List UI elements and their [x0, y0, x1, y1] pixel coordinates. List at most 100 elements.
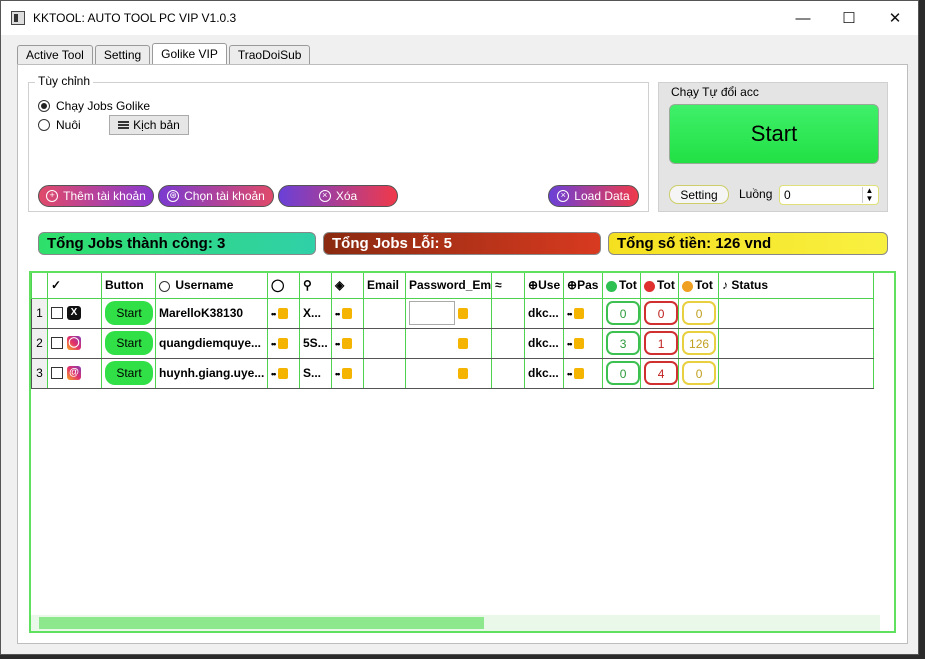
proxy-pass-cell[interactable]: •• [563, 327, 604, 359]
password-email-input[interactable] [409, 301, 455, 325]
password-email-input[interactable] [409, 361, 455, 385]
email-cell[interactable] [363, 357, 406, 389]
delete-button[interactable]: × Xóa [278, 185, 398, 207]
password-email-cell[interactable] [404, 327, 493, 359]
cookie-column-header[interactable]: ◈ [331, 273, 364, 299]
password-email-input[interactable] [409, 331, 455, 355]
status-column-header[interactable]: ♪ Status [718, 273, 875, 299]
horizontal-scrollbar[interactable] [31, 615, 880, 631]
close-button[interactable]: ✕ [872, 1, 918, 35]
copy-icon[interactable] [278, 308, 289, 320]
copy-icon[interactable] [574, 338, 585, 350]
vertical-scrollbar[interactable] [880, 273, 894, 631]
copy-icon[interactable] [342, 338, 353, 350]
maximize-button[interactable]: ☐ [826, 1, 872, 35]
username-cell[interactable]: huynh.giang.uye... [155, 357, 268, 389]
wifi-column-header[interactable]: ≈ [491, 273, 526, 299]
proxy-column-header[interactable]: ⊕Use [524, 273, 565, 299]
copy-icon[interactable] [458, 337, 468, 349]
success-count-cell: 0 [602, 297, 642, 329]
scrollbar-thumb[interactable] [39, 617, 484, 629]
accounts-table: ✓ Button Username ◯ ⚲ ◈ Email Password_E… [31, 273, 875, 389]
tab-traodoisub[interactable]: TraoDoiSub [228, 45, 311, 65]
total-money-column-header[interactable]: Tot [678, 273, 720, 299]
error-count-cell: 4 [640, 357, 680, 389]
row-checkbox-cell[interactable]: X [47, 297, 102, 329]
token-column-header[interactable]: ⚲ [299, 273, 332, 299]
proxy-cell[interactable]: dkc... [524, 297, 565, 329]
tab-setting[interactable]: Setting [94, 45, 151, 65]
tab-golike-vip[interactable]: Golike VIP [152, 43, 227, 65]
cookie-cell[interactable]: •• [331, 327, 364, 359]
start-button[interactable]: Start [669, 104, 879, 164]
radio-nurture[interactable]: Nuôi [38, 118, 81, 132]
list-icon [118, 120, 130, 130]
password-cell[interactable]: •• [267, 357, 300, 389]
minimize-button[interactable]: — [780, 1, 826, 35]
row-start-button[interactable]: Start [105, 301, 153, 325]
success-count: 0 [606, 361, 640, 385]
total-error-column-header[interactable]: Tot [640, 273, 680, 299]
proxy-pass-column-header[interactable]: ⊕Pas [563, 273, 604, 299]
auto-setting-button[interactable]: Setting [669, 185, 729, 204]
check-column-header[interactable]: ✓ [47, 273, 102, 299]
cookie-cell[interactable]: •• [331, 357, 364, 389]
proxy-pass-cell[interactable]: •• [563, 357, 604, 389]
token-cell[interactable]: 5S... [299, 327, 332, 359]
email-cell[interactable] [363, 297, 406, 329]
button-column-header[interactable]: Button [101, 273, 156, 299]
password-email-cell[interactable] [404, 297, 493, 329]
copy-icon[interactable] [278, 338, 289, 350]
copy-icon[interactable] [458, 367, 468, 379]
password-column-header[interactable]: ◯ [267, 273, 300, 299]
cookie-cell[interactable]: •• [331, 297, 364, 329]
token-cell[interactable]: X... [299, 297, 332, 329]
success-count-cell: 3 [602, 327, 642, 359]
row-checkbox[interactable] [51, 367, 63, 380]
radio-run-jobs[interactable]: Chạy Jobs Golike [38, 99, 150, 113]
copy-icon[interactable] [278, 368, 289, 380]
spin-arrows-icon[interactable]: ▲ ▼ [862, 187, 876, 203]
copy-icon[interactable] [342, 368, 353, 380]
threads-spinbox[interactable]: 0 ▲ ▼ [779, 185, 879, 205]
choose-account-button[interactable]: ⊛ Chọn tài khoản [158, 185, 274, 207]
username-cell[interactable]: MarelloK38130 [155, 297, 268, 329]
tab-active-tool[interactable]: Active Tool [17, 45, 93, 65]
password-cell[interactable]: •• [267, 297, 300, 329]
email-column-header[interactable]: Email [363, 273, 406, 299]
email-cell[interactable] [363, 327, 406, 359]
token-cell[interactable]: S... [299, 357, 332, 389]
script-button[interactable]: Kịch bản [109, 115, 189, 135]
password-cell[interactable]: •• [267, 327, 300, 359]
total-success-column-header[interactable]: Tot [602, 273, 642, 299]
copy-icon[interactable] [342, 308, 353, 320]
table-row[interactable]: 1 X Start MarelloK38130 •• X... •• dkc..… [31, 297, 875, 329]
table-row[interactable]: 3 @ Start huynh.giang.uye... •• S... •• … [31, 357, 875, 389]
cookie-mask: •• [335, 369, 340, 379]
copy-icon[interactable] [458, 307, 468, 319]
total-success-badge: Tổng Jobs thành công: 3 [38, 232, 316, 255]
username-cell[interactable]: quangdiemquye... [155, 327, 268, 359]
password-email-column-header[interactable]: Password_Em [404, 273, 493, 299]
row-checkbox[interactable] [51, 307, 63, 320]
copy-icon[interactable] [574, 368, 585, 380]
password-email-cell[interactable] [404, 357, 493, 389]
table-row[interactable]: 2 ◯ Start quangdiemquye... •• 5S... •• d… [31, 327, 875, 359]
proxy-cell[interactable]: dkc... [524, 357, 565, 389]
total-money-badge: Tổng số tiền: 126 vnd [608, 232, 888, 255]
row-checkbox[interactable] [51, 337, 63, 350]
copy-icon[interactable] [574, 308, 585, 320]
instagram-icon: ◯ [67, 336, 81, 351]
row-start-button[interactable]: Start [105, 331, 153, 355]
row-start-button[interactable]: Start [105, 361, 153, 385]
password-mask: •• [271, 309, 276, 319]
add-account-button[interactable]: + Thêm tài khoản [38, 185, 154, 207]
row-checkbox-cell[interactable]: ◯ [47, 327, 102, 359]
threads-icon: @ [67, 366, 81, 381]
proxy-cell[interactable]: dkc... [524, 327, 565, 359]
load-data-button[interactable]: × Load Data [548, 185, 639, 207]
username-column-header[interactable]: Username [155, 273, 268, 299]
proxy-pass-cell[interactable]: •• [563, 297, 604, 329]
row-checkbox-cell[interactable]: @ [47, 357, 102, 389]
total-money-header-label: Tot [695, 278, 713, 293]
